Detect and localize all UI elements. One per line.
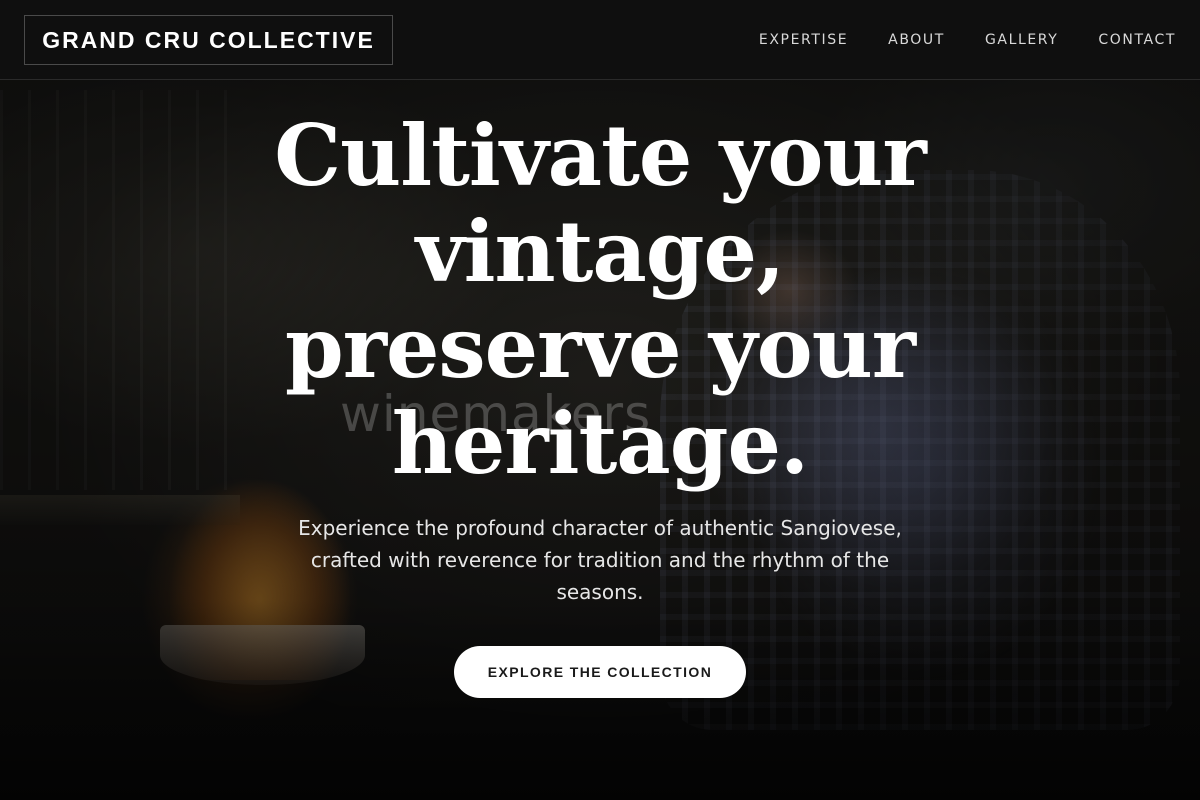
nav-link-gallery[interactable]: GALLERY	[985, 32, 1058, 48]
site-header: GRAND CRU COLLECTIVE EXPERTISE ABOUT GAL…	[0, 0, 1200, 80]
hero-headline: Cultivate your vintage, preserve your he…	[220, 108, 980, 492]
brand-logo[interactable]: GRAND CRU COLLECTIVE	[24, 15, 393, 65]
headline-line-3: preserve your	[284, 298, 916, 397]
explore-collection-button[interactable]: EXPLORE THE COLLECTION	[454, 646, 746, 698]
nav-link-expertise[interactable]: EXPERTISE	[759, 32, 848, 48]
nav-link-about[interactable]: ABOUT	[888, 32, 945, 48]
main-nav: EXPERTISE ABOUT GALLERY CONTACT	[759, 0, 1176, 80]
hero-subtext: Experience the profound character of aut…	[298, 516, 902, 604]
headline-line-2: vintage,	[415, 202, 785, 301]
nav-link-contact[interactable]: CONTACT	[1098, 32, 1176, 48]
headline-line-4: heritage.	[391, 394, 809, 493]
headline-line-1: Cultivate your	[274, 106, 926, 205]
